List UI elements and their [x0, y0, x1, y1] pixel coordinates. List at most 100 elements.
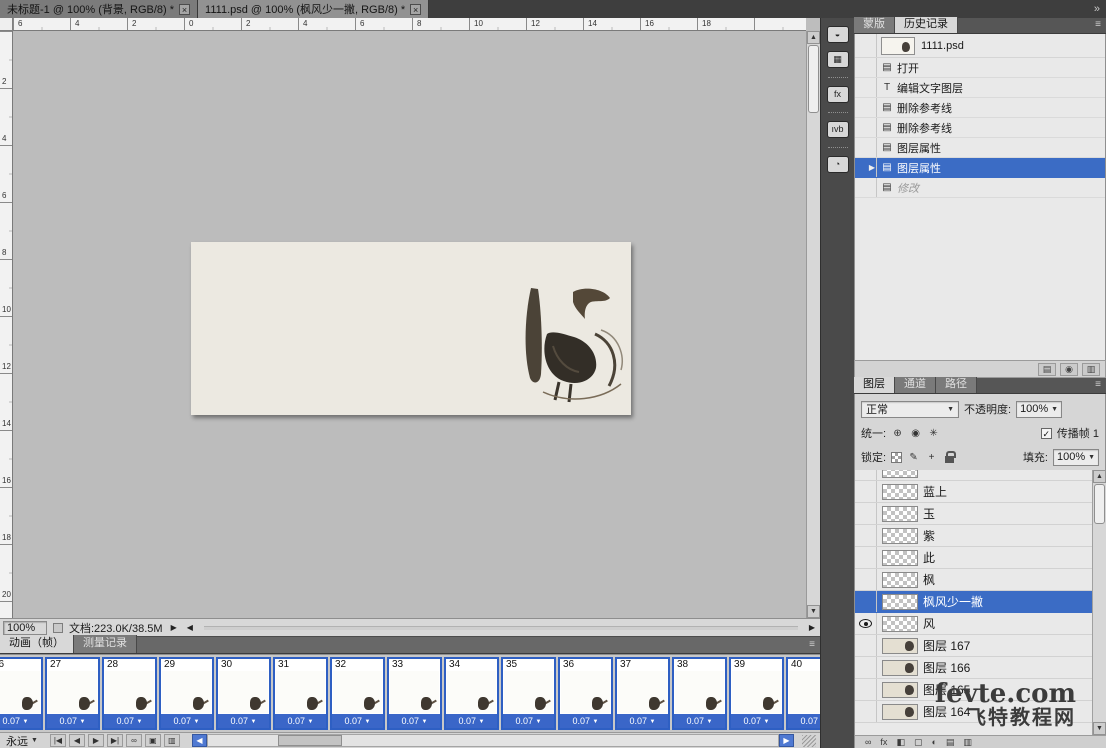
frames-scroll-left-icon[interactable]: ◀: [192, 734, 207, 747]
layer-row[interactable]: 枫: [855, 569, 1092, 591]
history-item[interactable]: ▤删除参考线: [855, 98, 1105, 118]
frame-delay-select[interactable]: 0.07 ▼: [47, 714, 98, 728]
history-tab[interactable]: 蒙版: [854, 17, 895, 33]
frame-delay-select[interactable]: 0.07 ▼: [617, 714, 668, 728]
adjustment-layer-icon[interactable]: ◐: [931, 736, 936, 748]
history-brush-well[interactable]: [855, 98, 877, 117]
history-panel-menu-icon[interactable]: ≡: [1090, 17, 1106, 33]
layer-visibility-toggle[interactable]: [855, 503, 877, 524]
animation-frame[interactable]: 380.07 ▼: [672, 657, 727, 730]
new-group-icon[interactable]: ▢: [914, 736, 923, 748]
animation-frame[interactable]: 300.07 ▼: [216, 657, 271, 730]
lock-transparency-icon[interactable]: [891, 452, 902, 463]
frame-delay-select[interactable]: 0.07 ▼: [560, 714, 611, 728]
vertical-scrollbar-thumb[interactable]: [808, 45, 819, 113]
close-tab-icon[interactable]: ×: [410, 4, 421, 15]
color-palette-icon[interactable]: ◒: [827, 26, 849, 43]
lock-position-icon[interactable]: +: [925, 452, 938, 463]
new-document-from-state-button[interactable]: ▤: [1038, 363, 1056, 376]
scroll-up-icon[interactable]: ▲: [807, 31, 820, 44]
fill-field[interactable]: 100% ▼: [1053, 449, 1099, 466]
history-item[interactable]: T编辑文字图层: [855, 78, 1105, 98]
new-layer-icon[interactable]: ▤: [946, 736, 955, 748]
layer-mask-icon[interactable]: ◧: [896, 736, 905, 748]
history-item[interactable]: ▤打开: [855, 58, 1105, 78]
layer-visibility-toggle[interactable]: [855, 679, 877, 700]
scroll-down-icon[interactable]: ▼: [1093, 722, 1106, 735]
unify-style-icon[interactable]: ✳: [927, 428, 940, 439]
next-frame-button[interactable]: ▶|: [107, 734, 123, 747]
delete-state-button[interactable]: ▥: [1082, 363, 1100, 376]
history-item[interactable]: ▶▤图层属性: [855, 158, 1105, 178]
history-brush-well[interactable]: [855, 58, 877, 77]
animation-frame[interactable]: 330.07 ▼: [387, 657, 442, 730]
layers-scrollbar[interactable]: ▲ ▼: [1092, 470, 1106, 735]
canvas-horizontal-scrollbar[interactable]: [204, 626, 798, 630]
opacity-field[interactable]: 100% ▼: [1016, 401, 1062, 418]
notes-icon[interactable]: ıvb: [827, 121, 849, 138]
lock-paint-icon[interactable]: ✎: [907, 452, 920, 463]
layers-tab[interactable]: 路径: [936, 377, 977, 393]
frame-delay-select[interactable]: 0.07 ▼: [788, 714, 820, 728]
animation-frame[interactable]: 370.07 ▼: [615, 657, 670, 730]
frame-delay-select[interactable]: 0.07 ▼: [275, 714, 326, 728]
frame-delay-select[interactable]: 0.07 ▼: [731, 714, 782, 728]
frame-delay-select[interactable]: 0.07 ▼: [218, 714, 269, 728]
link-layers-icon[interactable]: ∞: [865, 736, 871, 748]
layer-visibility-toggle[interactable]: [855, 547, 877, 568]
animation-frame[interactable]: 340.07 ▼: [444, 657, 499, 730]
frame-delay-select[interactable]: 0.07 ▼: [0, 714, 41, 728]
history-brush-well[interactable]: ▶: [855, 158, 877, 177]
propagate-frame-checkbox[interactable]: ✓: [1041, 428, 1052, 439]
status-info-menu-button[interactable]: ▶: [169, 623, 179, 632]
frames-scrollbar-thumb[interactable]: [278, 735, 342, 746]
canvas-vertical-scrollbar[interactable]: ▲ ▼: [806, 31, 820, 618]
unify-visibility-icon[interactable]: ◉: [909, 428, 922, 439]
animation-tab[interactable]: 测量记录: [74, 635, 137, 653]
history-brush-well[interactable]: [855, 138, 877, 157]
layer-row[interactable]: 此: [855, 547, 1092, 569]
layer-visibility-toggle[interactable]: [855, 591, 877, 612]
animation-frame[interactable]: 390.07 ▼: [729, 657, 784, 730]
styles-fx-icon[interactable]: fx: [827, 86, 849, 103]
duplicate-frame-button[interactable]: ▣: [145, 734, 161, 747]
layer-visibility-toggle[interactable]: [855, 613, 877, 634]
layer-style-icon[interactable]: fx: [880, 736, 887, 748]
unify-position-icon[interactable]: ⊕: [891, 428, 904, 439]
layers-tab[interactable]: 通道: [895, 377, 936, 393]
layer-row[interactable]: [855, 470, 1092, 481]
new-snapshot-button[interactable]: ◉: [1060, 363, 1078, 376]
animation-frame[interactable]: 260.07 ▼: [0, 657, 43, 730]
animation-frame[interactable]: 270.07 ▼: [45, 657, 100, 730]
previous-frame-button[interactable]: ◀: [69, 734, 85, 747]
layer-row[interactable]: 蓝上: [855, 481, 1092, 503]
collapse-dock-chevron-icon[interactable]: »: [1094, 3, 1100, 15]
frames-scroll-right-icon[interactable]: ▶: [779, 734, 794, 747]
history-snapshot-row[interactable]: 1111.psd: [855, 34, 1105, 58]
history-brush-well[interactable]: [855, 118, 877, 137]
history-item[interactable]: ▤删除参考线: [855, 118, 1105, 138]
history-tab[interactable]: 历史记录: [895, 17, 958, 33]
blend-mode-select[interactable]: 正常 ▼: [861, 401, 959, 418]
document-tab[interactable]: 1111.psd @ 100% (枫风少一撇, RGB/8) *×: [198, 0, 429, 18]
loop-option-select[interactable]: 永远 ▼: [4, 733, 40, 748]
frame-delay-select[interactable]: 0.07 ▼: [503, 714, 554, 728]
history-item[interactable]: ▤图层属性: [855, 138, 1105, 158]
swatches-icon[interactable]: ▦: [827, 51, 849, 68]
frame-delay-select[interactable]: 0.07 ▼: [389, 714, 440, 728]
frame-delay-select[interactable]: 0.07 ▼: [104, 714, 155, 728]
canvas-scroll-right-icon[interactable]: ▶: [807, 623, 817, 632]
layers-panel-menu-icon[interactable]: ≡: [1090, 377, 1106, 393]
history-item[interactable]: ▤修改: [855, 178, 1105, 198]
canvas-scroll-left-icon[interactable]: ◀: [185, 623, 195, 632]
document-canvas[interactable]: [191, 242, 631, 415]
lock-all-icon[interactable]: [945, 456, 954, 463]
layer-visibility-toggle[interactable]: [855, 525, 877, 546]
first-frame-button[interactable]: |◀: [50, 734, 66, 747]
layers-scrollbar-thumb[interactable]: [1094, 484, 1105, 524]
tween-button[interactable]: ∞: [126, 734, 142, 747]
scroll-down-icon[interactable]: ▼: [807, 605, 820, 618]
history-source-well[interactable]: [855, 34, 877, 57]
history-brush-well[interactable]: [855, 178, 877, 197]
layer-row[interactable]: 玉: [855, 503, 1092, 525]
